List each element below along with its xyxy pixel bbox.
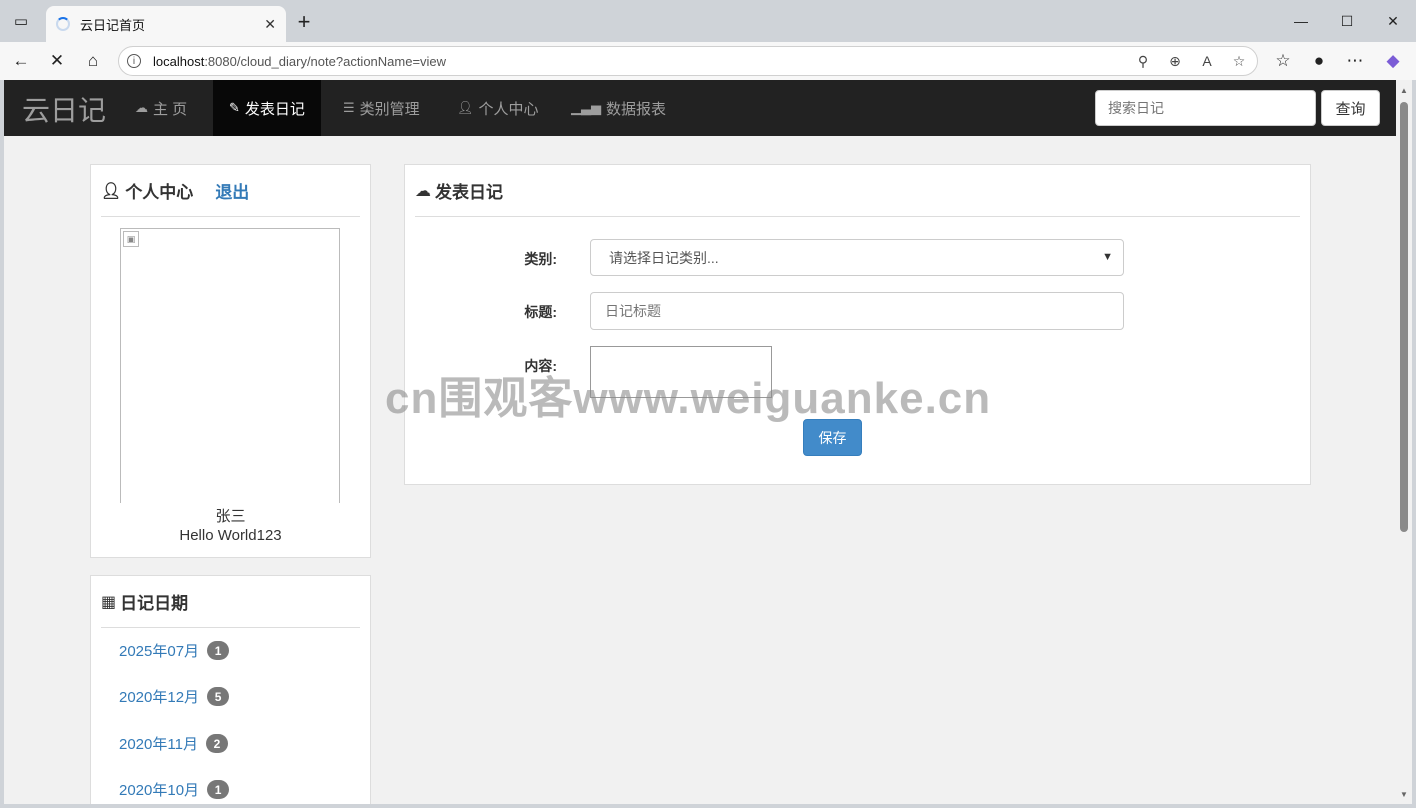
- date-item[interactable]: 2020年12月 5: [119, 686, 230, 707]
- stop-loading-icon[interactable]: ✕: [42, 46, 72, 76]
- diary-dates-header: ▦ 日记日期: [101, 576, 360, 628]
- back-icon[interactable]: ←: [6, 46, 36, 76]
- home-icon[interactable]: ⌂: [78, 46, 108, 76]
- maximize-button[interactable]: ☐: [1324, 4, 1370, 38]
- post-diary-title: 发表日记: [435, 183, 503, 202]
- url-text: localhost:8080/cloud_diary/note?actionNa…: [153, 53, 447, 69]
- favorite-star-icon[interactable]: ☆: [1229, 51, 1249, 71]
- title-label: 标题:: [524, 304, 557, 320]
- post-diary-panel: ☁ 发表日记 类别: 请选择日记类别... ▼ 标题: 内容: 保存: [404, 164, 1311, 485]
- count-badge: 5: [207, 687, 230, 706]
- calendar-icon: ▦: [101, 593, 117, 611]
- date-item[interactable]: 2020年11月 2: [119, 733, 228, 754]
- tab-actions-icon[interactable]: ▭: [6, 6, 36, 36]
- scroll-down-icon[interactable]: ▼: [1399, 790, 1409, 800]
- date-item[interactable]: 2025年07月 1: [119, 640, 230, 661]
- profile-title: 个人中心: [125, 183, 194, 202]
- cloud-icon: ☁: [135, 100, 148, 115]
- user-mood: Hello World123: [179, 527, 282, 544]
- category-label: 类别:: [524, 251, 557, 267]
- read-aloud-icon[interactable]: A: [1197, 51, 1217, 71]
- browser-tab[interactable]: 云日记首页 ✕: [46, 6, 286, 42]
- new-tab-button[interactable]: +: [290, 8, 318, 36]
- browser-tab-bar: ▭ 云日记首页 ✕ + — ☐ ✕: [0, 0, 1416, 42]
- close-window-button[interactable]: ✕: [1370, 4, 1416, 38]
- loading-spinner-icon: [56, 17, 70, 31]
- count-badge: 1: [207, 780, 230, 799]
- diary-dates-panel: ▦ 日记日期 2025年07月 1 2020年12月 5 2020年11月 2 202…: [90, 575, 371, 804]
- site-info-icon[interactable]: i: [127, 54, 141, 68]
- favorites-icon[interactable]: ☆: [1268, 46, 1298, 76]
- user-icon: 👤︎: [101, 182, 122, 200]
- title-input[interactable]: [590, 292, 1124, 330]
- broken-image-icon: ▣: [123, 231, 139, 247]
- site-navbar: 云日记 ☁主 页 ✎发表日记 ☰类别管理 👤︎个人中心 ▁▃▅数据报表 查询: [4, 80, 1396, 136]
- page-viewport: 云日记 ☁主 页 ✎发表日记 ☰类别管理 👤︎个人中心 ▁▃▅数据报表 查询 👤…: [4, 80, 1396, 804]
- browser-toolbar: ← ✕ ⌂ i localhost:8080/cloud_diary/note?…: [0, 42, 1416, 80]
- cloud-upload-icon: ☁: [415, 182, 431, 200]
- minimize-button[interactable]: —: [1278, 4, 1324, 38]
- list-icon: ☰: [343, 100, 355, 115]
- nav-personal-center[interactable]: 👤︎ 个人中心: [441, 80, 555, 136]
- profile-panel: 👤︎ 个人中心 退出 ▣ 张三 Hello World123: [90, 164, 371, 558]
- close-tab-icon[interactable]: ✕: [264, 16, 276, 33]
- date-item[interactable]: 2020年10月 1: [119, 779, 230, 800]
- count-badge: 2: [205, 734, 228, 753]
- profile-panel-header: 👤︎ 个人中心 退出: [101, 165, 360, 217]
- zoom-icon[interactable]: ⊕: [1165, 51, 1185, 71]
- diary-dates-title: 日记日期: [120, 594, 189, 613]
- user-icon: 👤︎: [457, 100, 474, 115]
- count-badge: 1: [207, 641, 230, 660]
- nav-data-report[interactable]: ▁▃▅ 数据报表: [555, 80, 682, 136]
- page-scrollbar[interactable]: ▲ ▼: [1396, 80, 1412, 804]
- scroll-up-icon[interactable]: ▲: [1399, 86, 1409, 96]
- location-icon[interactable]: ⚲: [1133, 51, 1153, 71]
- search-button[interactable]: 查询: [1321, 90, 1380, 126]
- nav-home[interactable]: ☁ 主 页: [119, 80, 203, 136]
- bar-chart-icon: ▁▃▅: [571, 100, 601, 115]
- category-select[interactable]: 请选择日记类别... ▼: [590, 239, 1124, 276]
- brand-logo[interactable]: 云日记: [22, 89, 106, 129]
- more-menu-icon[interactable]: ⋯: [1340, 46, 1370, 76]
- watermark: cn围观客www.weiguanke.cn: [385, 374, 992, 423]
- tab-title: 云日记首页: [80, 17, 146, 33]
- search-input[interactable]: [1095, 90, 1316, 126]
- logout-link[interactable]: 退出: [215, 178, 249, 203]
- user-name: 张三: [215, 508, 246, 525]
- avatar: ▣: [120, 228, 340, 503]
- nav-category-management[interactable]: ☰ 类别管理: [327, 80, 436, 136]
- copilot-icon[interactable]: ◆: [1378, 46, 1408, 76]
- address-bar[interactable]: i localhost:8080/cloud_diary/note?action…: [118, 46, 1258, 76]
- pencil-icon: ✎: [229, 100, 240, 115]
- scroll-thumb[interactable]: [1400, 102, 1408, 532]
- post-diary-header: ☁ 发表日记: [415, 165, 1300, 217]
- nav-post-diary[interactable]: ✎ 发表日记: [213, 80, 321, 136]
- chevron-down-icon: ▼: [1102, 251, 1113, 263]
- profile-avatar-icon[interactable]: ●: [1304, 46, 1334, 76]
